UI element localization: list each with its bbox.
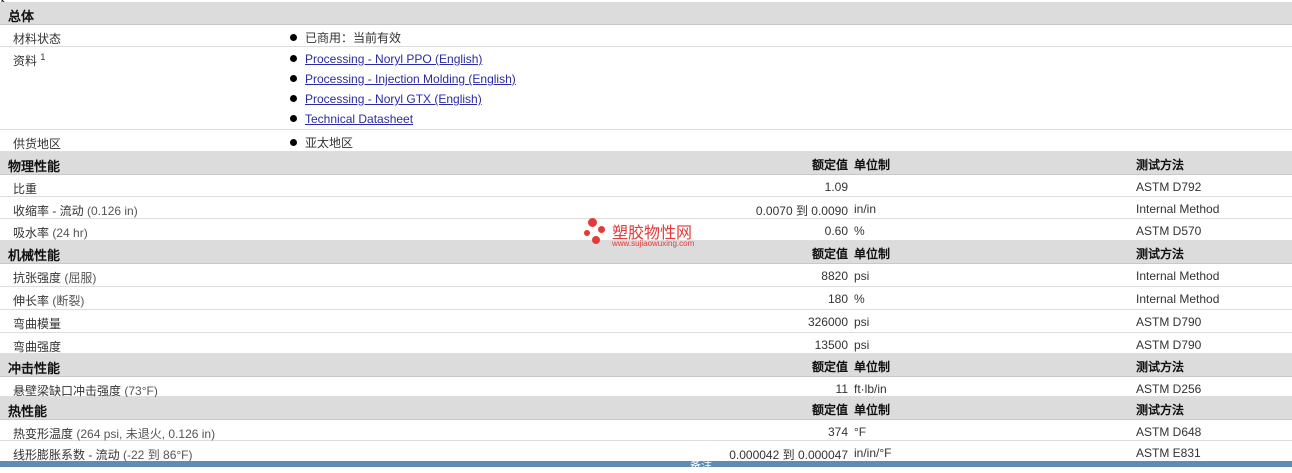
column-header-unit: 单位制 <box>854 158 891 172</box>
section-header-overview: 总体 <box>0 2 1292 25</box>
property-unit: in/in <box>854 202 877 216</box>
doc-link-technical-datasheet[interactable]: Technical Datasheet <box>305 112 413 126</box>
row-region: 供货地区 亚太地区 <box>0 130 1292 152</box>
bullet-icon <box>290 139 297 146</box>
property-test-method: ASTM D256 <box>1136 382 1202 396</box>
property-unit: ft·lb/in <box>854 382 887 396</box>
section-header-thermal: 热性能 额定值 单位制 测试方法 <box>0 397 1292 420</box>
property-test-method: ASTM E831 <box>1136 446 1201 460</box>
property-label: 收缩率 - 流动 (0.126 in) <box>13 204 138 218</box>
property-unit: % <box>854 292 865 306</box>
list-item: Processing - Injection Molding (English) <box>290 72 516 86</box>
material-status-value: 已商用：当前有效 <box>305 31 402 45</box>
bullet-icon <box>290 55 297 62</box>
property-unit: °F <box>854 425 867 439</box>
bullet-icon <box>290 115 297 122</box>
property-label: 比重 <box>13 182 38 196</box>
property-unit: psi <box>854 269 870 283</box>
property-test-method: ASTM D570 <box>1136 224 1202 238</box>
property-label: 抗张强度 (屈服) <box>13 271 97 285</box>
column-header-value: 额定值 <box>811 360 848 374</box>
watermark-dot-icon <box>598 226 605 233</box>
list-item: Processing - Noryl GTX (English) <box>290 92 482 106</box>
table-row: 悬壁梁缺口冲击强度 (73°F) 11 ft·lb/in ASTM D256 <box>0 377 1292 398</box>
property-test-method: Internal Method <box>1136 202 1220 216</box>
table-row: 弯曲强度 13500 psi ASTM D790 <box>0 333 1292 354</box>
row-documents: 资料 1 Processing - Noryl PPO (English) Pr… <box>0 47 1292 130</box>
row-material-status: 材料状态 已商用：当前有效 <box>0 25 1292 47</box>
column-header-value: 额定值 <box>811 158 848 172</box>
column-header-value: 额定值 <box>811 403 848 417</box>
watermark-url: www.sujiaowuxing.com <box>612 239 695 248</box>
property-value: 0.60 <box>824 224 848 238</box>
property-label: 吸水率 (24 hr) <box>13 226 88 240</box>
property-test-method: ASTM D790 <box>1136 338 1202 352</box>
property-value: 13500 <box>814 338 848 352</box>
documents-label: 资料 1 <box>13 52 46 68</box>
doc-link-noryl-ppo[interactable]: Processing - Noryl PPO (English) <box>305 52 482 66</box>
list-item: 亚太地区 <box>290 134 353 151</box>
column-header-unit: 单位制 <box>854 360 891 374</box>
property-value: 374 <box>827 425 848 439</box>
column-header-unit: 单位制 <box>854 403 891 417</box>
watermark-dot-icon <box>588 218 597 227</box>
property-label: 热变形温度 (264 psi, 未退火, 0.126 in) <box>13 427 216 441</box>
property-value: 326000 <box>807 315 848 329</box>
region-label: 供货地区 <box>13 137 62 151</box>
list-item: 已商用：当前有效 <box>290 29 401 46</box>
property-unit: psi <box>854 338 870 352</box>
table-row: 热变形温度 (264 psi, 未退火, 0.126 in) 374 °F AS… <box>0 420 1292 441</box>
column-header-test: 测试方法 <box>1136 158 1185 172</box>
section-title: 总体 <box>8 9 35 24</box>
column-header-test: 测试方法 <box>1136 360 1185 374</box>
section-title: 物理性能 <box>8 159 61 174</box>
bullet-icon <box>290 95 297 102</box>
footer-notes-bar: 备注 <box>0 460 1292 472</box>
column-header-value: 额定值 <box>811 247 848 261</box>
table-row: 比重 1.09 ASTM D792 <box>0 175 1292 197</box>
footer-notes-label: 备注 <box>690 460 712 472</box>
list-item: Processing - Noryl PPO (English) <box>290 52 482 66</box>
property-value: 11 <box>835 382 848 396</box>
section-title: 热性能 <box>8 404 48 419</box>
property-test-method: ASTM D648 <box>1136 425 1202 439</box>
property-unit: psi <box>854 315 870 329</box>
property-value: 180 <box>827 292 848 306</box>
property-test-method: Internal Method <box>1136 269 1220 283</box>
column-header-test: 测试方法 <box>1136 403 1185 417</box>
property-label: 弯曲模量 <box>13 317 62 331</box>
section-title: 机械性能 <box>8 248 61 263</box>
material-status-label: 材料状态 <box>13 32 62 46</box>
section-title: 冲击性能 <box>8 361 61 376</box>
property-value: 8820 <box>821 269 848 283</box>
property-value: 0.0070 到 0.0090 <box>755 204 848 218</box>
property-label: 伸长率 (断裂) <box>13 294 85 308</box>
table-row: 弯曲模量 326000 psi ASTM D790 <box>0 310 1292 333</box>
table-row: 伸长率 (断裂) 180 % Internal Method <box>0 287 1292 310</box>
table-row: 线形膨胀系数 - 流动 (-22 到 86°F) 0.000042 到 0.00… <box>0 441 1292 462</box>
property-test-method: ASTM D790 <box>1136 315 1202 329</box>
site-watermark: 塑胶物性网 www.sujiaowuxing.com <box>584 216 724 256</box>
property-unit: % <box>854 224 865 238</box>
table-row: 抗张强度 (屈服) 8820 psi Internal Method <box>0 264 1292 287</box>
column-header-test: 测试方法 <box>1136 247 1185 261</box>
property-test-method: Internal Method <box>1136 292 1220 306</box>
section-header-physical: 物理性能 额定值 单位制 测试方法 <box>0 152 1292 175</box>
property-test-method: ASTM D792 <box>1136 180 1202 194</box>
list-item: Technical Datasheet <box>290 112 413 126</box>
region-value: 亚太地区 <box>305 136 354 150</box>
property-label: 弯曲强度 <box>13 340 62 354</box>
watermark-dot-icon <box>592 236 600 244</box>
property-unit: in/in/°F <box>854 446 892 460</box>
doc-link-injection-molding[interactable]: Processing - Injection Molding (English) <box>305 72 516 86</box>
column-header-unit: 单位制 <box>854 247 891 261</box>
doc-link-noryl-gtx[interactable]: Processing - Noryl GTX (English) <box>305 92 482 106</box>
bullet-icon <box>290 34 297 41</box>
property-value: 1.09 <box>824 180 848 194</box>
bullet-icon <box>290 75 297 82</box>
section-header-impact: 冲击性能 额定值 单位制 测试方法 <box>0 354 1292 377</box>
watermark-dot-icon <box>584 230 590 236</box>
